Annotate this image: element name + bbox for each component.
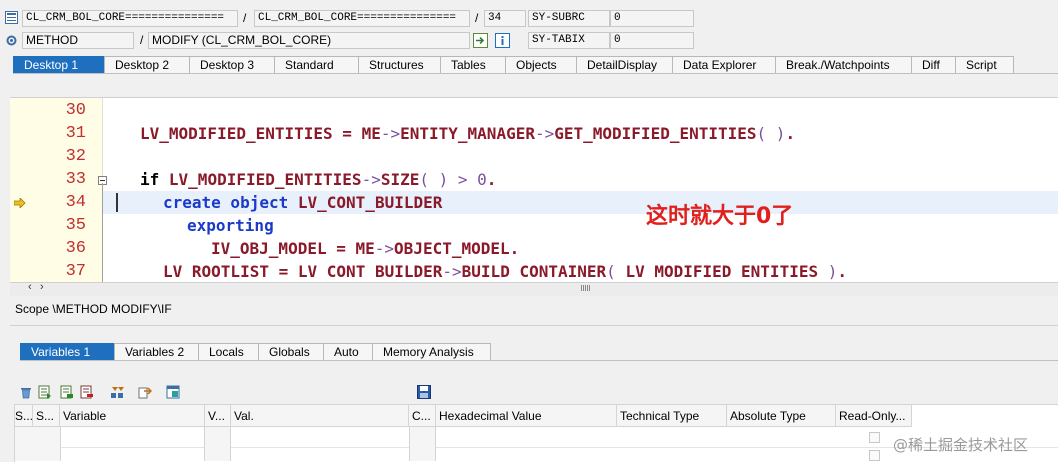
tab-locals[interactable]: Locals [198,343,259,360]
row-selector[interactable] [15,427,34,461]
code-line-34: create object LV_CONT_BUILDER [163,193,443,212]
splitter-handle[interactable] [581,285,591,291]
scroll-left-icon[interactable]: ‹ [28,281,32,293]
column-header-status[interactable]: S... [33,405,60,427]
line-number: 36 [65,239,86,258]
info-icon[interactable] [495,33,510,48]
read-only-checkbox [869,432,880,443]
remove-row-icon[interactable] [80,385,94,399]
column-header-technical-type[interactable]: Technical Type [617,405,727,427]
column-header-status[interactable]: S... [15,405,33,427]
line-number: 33 [65,170,86,189]
tab-breakpoints[interactable]: Break./Watchpoints [775,56,912,73]
scroll-right-icon[interactable]: › [40,281,44,293]
current-statement-marker [116,193,118,212]
line-number: 30 [65,101,86,120]
delete-icon[interactable] [19,385,33,399]
tab-objects[interactable]: Objects [505,56,577,73]
tab-data-explorer[interactable]: Data Explorer [672,56,776,73]
navigate-icon[interactable] [473,33,488,48]
separator: / [243,11,247,25]
separator: / [140,33,144,47]
editor-scroll-strip [10,282,1058,296]
column-header-hex[interactable]: Hexadecimal Value [436,405,617,427]
save-icon[interactable] [417,385,431,399]
column-header-absolute-type[interactable]: Absolute Type [727,405,836,427]
tab-diff[interactable]: Diff [911,56,956,73]
separator: / [475,11,479,25]
tab-variables-2[interactable]: Variables 2 [114,343,199,360]
column-header-read-only[interactable]: Read-Only... [836,405,912,427]
tab-script[interactable]: Script [955,56,1014,73]
sysvar-field-1[interactable]: SY-SUBRC [528,10,610,27]
include-field[interactable]: CL_CRM_BOL_CORE=============== [254,10,470,27]
sysvar-field-2[interactable]: SY-TABIX [528,32,610,49]
scope-divider [10,325,1058,326]
collapse-icon[interactable] [98,174,107,185]
kind-field[interactable]: METHOD [22,32,134,49]
c-cell [409,427,436,461]
code-line-35: exporting [187,216,274,235]
sysval-field-1[interactable]: 0 [610,10,694,27]
line-number: 35 [65,216,86,235]
desktop-tabs: Desktop 1 Desktop 2 Desktop 3 Standard S… [13,56,1014,73]
column-header-variable[interactable]: Variable [60,405,205,427]
code-line-37: LV ROOTLIST = LV CONT BUILDER->BUILD CON… [163,262,848,281]
fold-line [102,183,103,283]
line-field[interactable]: 34 [484,10,526,27]
v-cell [205,427,231,461]
event-field[interactable]: MODIFY (CL_CRM_BOL_CORE) [148,32,470,49]
line-number: 32 [65,147,86,166]
tab-desktop-2[interactable]: Desktop 2 [104,56,190,73]
tab-variables-1[interactable]: Variables 1 [20,343,115,360]
tab-memory-analysis[interactable]: Memory Analysis [372,343,491,360]
row-selector[interactable] [33,427,61,461]
column-header-value[interactable]: Val. [231,405,409,427]
variable-tabs: Variables 1 Variables 2 Locals Globals A… [20,343,491,360]
tab-underline [13,73,1058,74]
scope-label: Scope \METHOD MODIFY\IF [15,302,172,316]
tab-standard[interactable]: Standard [274,56,359,73]
expand-icon[interactable] [110,385,124,399]
layout-icon[interactable] [166,385,180,399]
code-line-36: IV_OBJ_MODEL = ME->OBJECT_MODEL. [211,239,520,258]
column-header-v[interactable]: V... [205,405,231,427]
tab-structures[interactable]: Structures [358,56,441,73]
current-line-arrow-icon [13,197,26,209]
watermark: @稀土掘金技术社区 [893,436,1029,454]
transfer-icon[interactable] [138,385,153,399]
method-icon [5,34,18,47]
variable-cell[interactable] [60,427,205,461]
program-field[interactable]: CL_CRM_BOL_CORE=============== [22,10,238,27]
tab-globals[interactable]: Globals [258,343,324,360]
tab-desktop-1[interactable]: Desktop 1 [13,56,105,73]
line-number: 34 [65,193,86,212]
append-icon[interactable] [60,385,74,399]
read-only-checkbox [869,450,880,461]
variable-tab-underline [20,360,1058,361]
line-number: 31 [65,124,86,143]
tab-desktop-3[interactable]: Desktop 3 [189,56,275,73]
class-icon [5,11,18,24]
tab-tables[interactable]: Tables [440,56,506,73]
tab-auto[interactable]: Auto [323,343,373,360]
code-line-31: LV_MODIFIED_ENTITIES = ME->ENTITY_MANAGE… [140,124,796,143]
line-number: 37 [65,262,86,281]
annotation-text: 这时就大于0了 [646,204,794,229]
code-line-33: if LV_MODIFIED_ENTITIES->SIZE( ) > 0. [140,170,497,189]
sysval-field-2[interactable]: 0 [610,32,694,49]
source-code-editor[interactable]: 30 31 32 33 34 35 36 37 LV_MODIFIED_ENTI… [10,97,1058,283]
column-header-change[interactable]: C... [409,405,436,427]
insert-icon[interactable] [38,385,52,399]
tab-detaildisplay[interactable]: DetailDisplay [576,56,673,73]
